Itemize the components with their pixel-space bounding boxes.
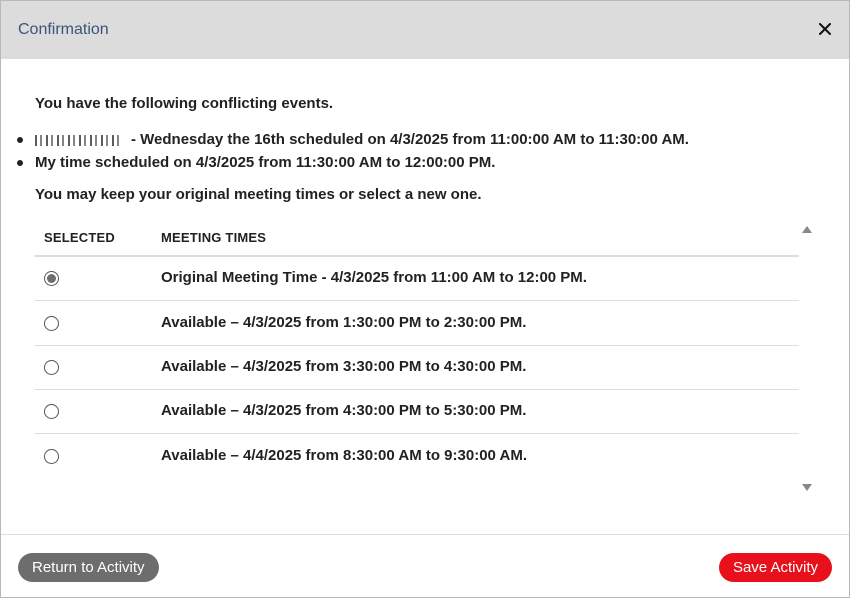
- meeting-time-label: Available – 4/3/2025 from 1:30:00 PM to …: [161, 314, 527, 331]
- conflict-list: - Wednesday the 16th scheduled on 4/3/20…: [17, 128, 817, 174]
- column-header-meeting-times: MEETING TIMES: [161, 230, 267, 245]
- table-row[interactable]: Available – 4/3/2025 from 3:30:00 PM to …: [35, 346, 799, 390]
- radio-button[interactable]: [44, 449, 59, 464]
- radio-button[interactable]: [44, 316, 59, 331]
- dialog-title: Confirmation: [18, 21, 109, 38]
- conflict-item-text: - Wednesday the 16th scheduled on 4/3/20…: [131, 131, 689, 148]
- bullet-icon: [17, 137, 23, 143]
- meeting-time-label: Available – 4/3/2025 from 3:30:00 PM to …: [161, 358, 527, 375]
- conflict-item: - Wednesday the 16th scheduled on 4/3/20…: [17, 128, 817, 151]
- table-row[interactable]: Available – 4/3/2025 from 1:30:00 PM to …: [35, 302, 799, 346]
- table-header: SELECTED MEETING TIMES: [35, 221, 799, 257]
- meeting-time-label: Available – 4/3/2025 from 4:30:00 PM to …: [161, 402, 527, 419]
- close-icon: [819, 23, 831, 35]
- close-button[interactable]: [816, 20, 834, 38]
- table-scrollbar[interactable]: [799, 221, 815, 497]
- bullet-icon: [17, 160, 23, 166]
- table-row[interactable]: Original Meeting Time - 4/3/2025 from 11…: [35, 257, 799, 301]
- scroll-down-arrow-icon[interactable]: [802, 484, 812, 491]
- table-row[interactable]: Available – 4/3/2025 from 4:30:00 PM to …: [35, 390, 799, 434]
- scroll-up-arrow-icon[interactable]: [802, 226, 812, 233]
- meeting-time-label: Original Meeting Time - 4/3/2025 from 11…: [161, 269, 587, 286]
- save-activity-button[interactable]: Save Activity: [718, 553, 832, 582]
- radio-button[interactable]: [44, 271, 59, 286]
- column-header-selected: SELECTED: [44, 230, 115, 245]
- return-to-activity-button[interactable]: Return to Activity: [18, 553, 159, 582]
- dialog-header: Confirmation: [1, 1, 849, 59]
- radio-button[interactable]: [44, 404, 59, 419]
- radio-button[interactable]: [44, 360, 59, 375]
- meeting-time-label: Available – 4/4/2025 from 8:30:00 AM to …: [161, 447, 527, 464]
- dialog-body: You have the following conflicting event…: [1, 59, 849, 535]
- selection-note: You may keep your original meeting times…: [35, 186, 482, 203]
- conflict-item: My time scheduled on 4/3/2025 from 11:30…: [17, 151, 817, 174]
- confirmation-dialog: Confirmation You have the following conf…: [0, 0, 850, 598]
- redacted-event-name: [35, 134, 123, 146]
- table-row[interactable]: Available – 4/4/2025 from 8:30:00 AM to …: [35, 435, 799, 479]
- dialog-footer: Return to Activity Save Activity: [1, 534, 849, 597]
- conflict-item-text: My time scheduled on 4/3/2025 from 11:30…: [35, 154, 496, 171]
- meeting-times-table: SELECTED MEETING TIMES Original Meeting …: [35, 221, 799, 491]
- conflict-intro-text: You have the following conflicting event…: [35, 95, 334, 112]
